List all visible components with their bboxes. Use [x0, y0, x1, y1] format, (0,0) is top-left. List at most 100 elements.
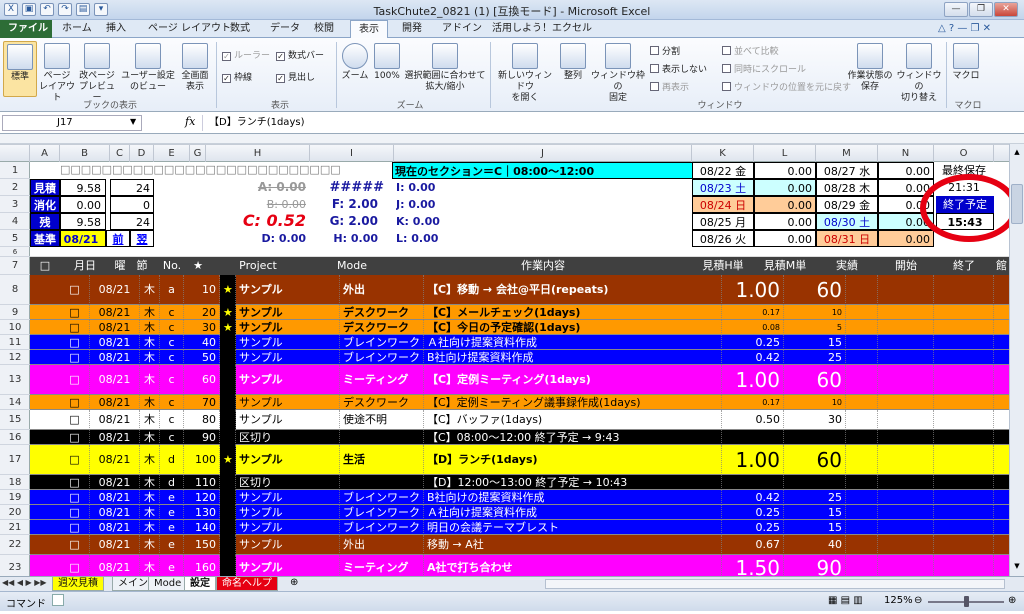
row-header[interactable]: 5 [0, 230, 30, 247]
row-header[interactable]: 3 [0, 196, 30, 213]
fx-icon[interactable]: fx [185, 115, 195, 128]
row-end[interactable] [934, 350, 994, 365]
next-day-link[interactable]: 翌 [130, 230, 154, 247]
zoom-level[interactable]: 125% [884, 595, 913, 606]
table-row[interactable]: □ 08/21 木 e 140 サンプル ブレインワーク 明日の会議テーマブレスト 0.25 15 [30, 520, 1009, 535]
row-start[interactable] [878, 350, 934, 365]
row-end[interactable] [934, 410, 994, 430]
macros-button[interactable]: マクロ [950, 43, 982, 82]
save-workspace-button[interactable]: 作業状態の 保存 [846, 43, 894, 93]
row-actual[interactable] [816, 335, 878, 350]
row-start[interactable] [878, 275, 934, 305]
tab-custom[interactable]: 活用しよう！エクセル [484, 20, 600, 38]
table-row[interactable]: □ 08/21 木 c 30 ★ サンプル デスクワーク 【C】今日の予定確認(1days) 0.… [30, 320, 1009, 335]
name-box-dropdown-icon[interactable]: ▼ [130, 117, 136, 126]
table-row[interactable]: □ 08/21 木 e 160 サンプル ミーティング A社で打ち合わせ 1.50 90 [30, 555, 1009, 576]
custom-views-button[interactable]: ユーザー設定 のビュー [120, 43, 176, 93]
name-box[interactable]: J17 [2, 115, 142, 131]
row-start[interactable] [878, 320, 934, 335]
row-actual[interactable] [816, 410, 878, 430]
vertical-scrollbar[interactable]: ▲ ▼ [1009, 144, 1024, 576]
row-actual[interactable] [816, 535, 878, 555]
row-end[interactable] [934, 490, 994, 505]
table-row[interactable]: □ 08/21 木 c 20 ★ サンプル デスクワーク 【C】メールチェック(1days) 0.… [30, 305, 1009, 320]
sheet-tab-weekly-estimate[interactable]: 週次見積 [52, 577, 104, 591]
baseline-date[interactable]: 08/21 [60, 230, 106, 247]
column-header-g[interactable]: G [190, 145, 206, 163]
table-row[interactable]: □ 08/21 木 c 70 サンプル デスクワーク 【C】定例ミーティング議事録作成(1da… [30, 395, 1009, 410]
row-actual[interactable] [816, 305, 878, 320]
ribbon-controls-icons[interactable]: △ ? — ❐ ✕ [938, 23, 991, 34]
row-end[interactable] [934, 365, 994, 395]
row-start[interactable] [878, 475, 934, 490]
row-end[interactable] [934, 555, 994, 576]
row-end[interactable] [934, 305, 994, 320]
table-row[interactable]: □ 08/21 木 c 50 サンプル ブレインワーク B社向け提案資料作成 0.42 25 [30, 350, 1009, 365]
column-header-o[interactable]: O [934, 145, 994, 163]
row-start[interactable] [878, 535, 934, 555]
zoom-slider-thumb[interactable] [964, 596, 969, 607]
row-actual[interactable] [816, 320, 878, 335]
table-row[interactable]: □ 08/21 木 e 120 サンプル ブレインワーク B社向けの提案資料作成 0.42 25 [30, 490, 1009, 505]
new-window-button[interactable]: 新しいウィンドウ を開く [494, 43, 556, 104]
split-button[interactable]: 分割 [650, 44, 680, 57]
row-checkbox[interactable]: □ [60, 490, 90, 505]
row-end[interactable] [934, 445, 994, 475]
row-start[interactable] [878, 335, 934, 350]
previous-day-link[interactable]: 前 [106, 230, 130, 247]
row-start[interactable] [878, 520, 934, 535]
arrange-all-button[interactable]: 整列 [558, 43, 588, 82]
row-actual[interactable] [816, 365, 878, 395]
table-row[interactable]: □ 08/21 木 e 150 サンプル 外出 移動 → A社 0.67 40 [30, 535, 1009, 555]
row-end[interactable] [934, 430, 994, 445]
row-checkbox[interactable]: □ [60, 475, 90, 490]
row-checkbox[interactable]: □ [60, 320, 90, 335]
table-row[interactable]: □ 08/21 木 a 10 ★ サンプル 外出 【C】移動 → 会社@平日(repeats) 1… [30, 275, 1009, 305]
row-actual[interactable] [816, 505, 878, 520]
close-button[interactable]: ✕ [994, 2, 1018, 17]
row-header[interactable]: 6 [0, 247, 30, 257]
row-start[interactable] [878, 430, 934, 445]
horizontal-scrollbar[interactable] [545, 579, 1005, 589]
tab-addins[interactable]: アドイン [434, 20, 490, 38]
table-row[interactable]: □ 08/21 木 d 100 ★ サンプル 生活 【D】ランチ(1days) 1.00 60 [30, 445, 1009, 475]
column-header-i[interactable]: I [310, 145, 394, 163]
unhide-button[interactable]: 再表示 [650, 80, 689, 93]
row-checkbox[interactable]: □ [60, 430, 90, 445]
row-header[interactable]: 2 [0, 179, 30, 196]
column-header-n[interactable]: N [878, 145, 934, 163]
zoom-in-icon[interactable]: ⊕ [1008, 595, 1016, 606]
formula-bar-checkbox[interactable]: ✓ 数式バー [276, 48, 324, 61]
row-checkbox[interactable]: □ [60, 275, 90, 305]
row-checkbox[interactable]: □ [60, 555, 90, 576]
row-checkbox[interactable]: □ [60, 505, 90, 520]
row-start[interactable] [878, 445, 934, 475]
row-end[interactable] [934, 275, 994, 305]
tab-review[interactable]: 校閲 [306, 20, 342, 38]
row-end[interactable] [934, 535, 994, 555]
row-checkbox[interactable]: □ [60, 365, 90, 395]
row-actual[interactable] [816, 445, 878, 475]
formula-input[interactable]: 【D】ランチ(1days) [202, 115, 1012, 131]
row-end[interactable] [934, 320, 994, 335]
table-row[interactable]: □ 08/21 木 c 90 区切り 【C】08:00～12:00 終了予定 → 9:43 [30, 430, 1009, 445]
new-sheet-icon[interactable]: ⊕ [290, 577, 298, 588]
table-row[interactable]: □ 08/21 木 c 60 サンプル ミーティング 【C】定例ミーティング(1days) 1.… [30, 365, 1009, 395]
table-row[interactable]: □ 08/21 木 c 40 サンプル ブレインワーク Ａ社向け提案資料作成 0.25 15 [30, 335, 1009, 350]
full-screen-button[interactable]: 全画面 表示 [176, 43, 214, 93]
tab-view[interactable]: 表示 [350, 20, 388, 39]
row-header[interactable]: 1 [0, 162, 30, 179]
zoom-100-button[interactable]: 100% [372, 43, 402, 82]
ruler-checkbox[interactable]: ✓ ルーラー [222, 48, 270, 61]
table-row[interactable]: □ 08/21 木 e 130 サンプル ブレインワーク Ａ社向け提案資料作成 0.25 15 [30, 505, 1009, 520]
row-actual[interactable] [816, 275, 878, 305]
column-header-l[interactable]: L [754, 145, 816, 163]
row-checkbox[interactable]: □ [60, 305, 90, 320]
column-header-m[interactable]: M [816, 145, 878, 163]
minimize-button[interactable]: — [944, 2, 968, 17]
view-mode-icons[interactable]: ▦ ▤ ▥ [828, 595, 863, 606]
page-layout-view-button[interactable]: ページ レイアウト [38, 43, 76, 104]
column-header-d[interactable]: D [130, 145, 154, 163]
row-actual[interactable] [816, 520, 878, 535]
view-side-by-side-button[interactable]: 並べて比較 [722, 44, 779, 57]
